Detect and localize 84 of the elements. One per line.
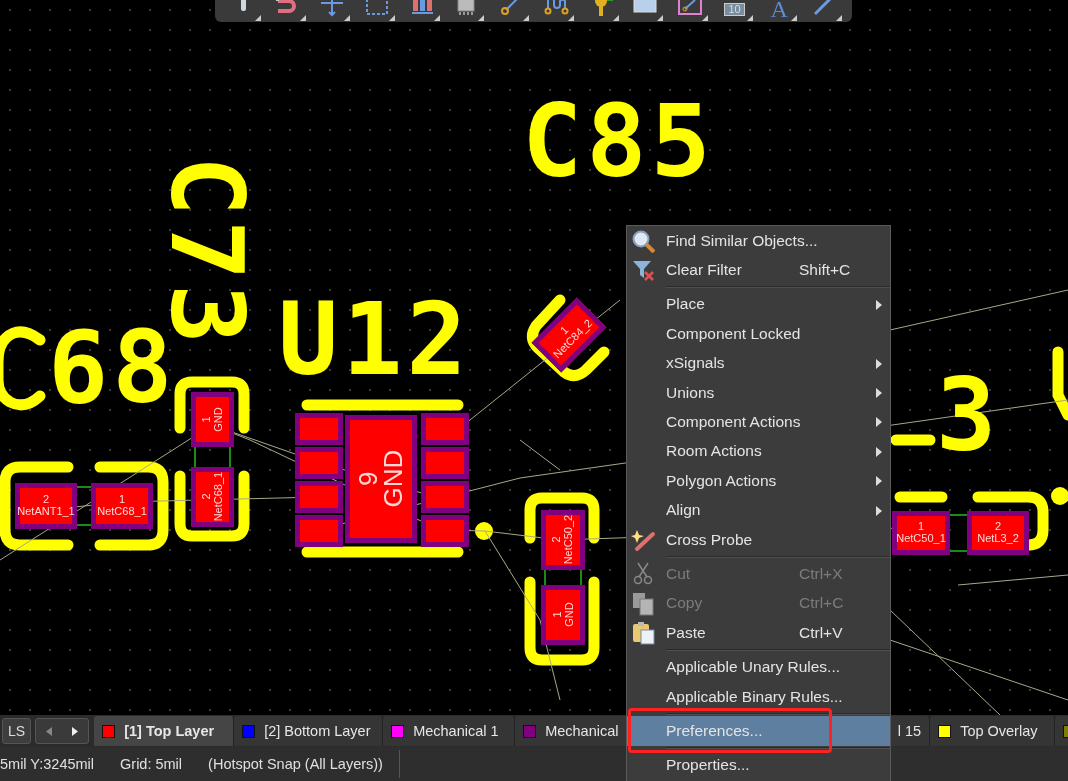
pin-number: 1 (917, 521, 925, 533)
net-name: NetC50_2 (563, 515, 575, 565)
net-name: NetL3_2 (977, 533, 1019, 545)
corner-arrow-icon (567, 15, 574, 21)
corner-arrow-icon (478, 15, 485, 21)
pad (421, 447, 469, 479)
pad (295, 413, 343, 445)
layer-tab[interactable]: [2] Bottom Layer (234, 716, 384, 746)
layer-name: Top Overlay (960, 723, 1038, 739)
menu-item[interactable]: Align (627, 495, 890, 525)
layer-name: [1] Top Layer (124, 723, 215, 739)
copy-icon (631, 591, 657, 616)
menu-item[interactable]: Polygon Actions (627, 466, 890, 496)
corner-arrow-icon (701, 15, 708, 21)
layer-tab[interactable]: Mechanical 1 (383, 716, 516, 746)
pad (295, 515, 343, 547)
pad (421, 481, 469, 513)
net-name: GND (563, 602, 575, 628)
layer-name: [2] Bottom Layer (264, 723, 371, 739)
grid-size: Grid: 5mil (120, 756, 183, 772)
filter-icon (631, 258, 657, 283)
corner-arrow-icon (657, 15, 664, 21)
designator: C85 (522, 92, 715, 192)
layer-name: Mechanical 1 (413, 723, 499, 739)
menu-item[interactable]: Properties... (627, 750, 890, 781)
menu-item[interactable]: Applicable Binary Rules... (627, 681, 890, 712)
pad (295, 447, 343, 479)
corner-arrow-icon (299, 15, 306, 21)
corner-arrow-icon (835, 15, 842, 21)
net-name: NetC68_1 (212, 472, 225, 522)
right-arrow-icon[interactable] (72, 726, 79, 736)
pin-number: 1 (551, 611, 563, 619)
corner-arrow-icon (255, 15, 261, 21)
designator: 3 (936, 366, 1001, 466)
silkscreen-outline (890, 434, 936, 446)
menu-item[interactable]: Cross Probe (627, 524, 890, 555)
layer-tab[interactable]: Top Overlay (930, 716, 1056, 746)
pin-number: 2 (42, 494, 50, 506)
pin-number: 1 (118, 494, 126, 506)
corner-arrow-icon (433, 15, 440, 21)
via (475, 522, 493, 540)
via (1051, 487, 1068, 505)
snap-mode: (Hotspot Snap (All Layers)) (208, 756, 383, 772)
layer-name: l 15 (897, 723, 922, 739)
layer-tab[interactable]: [1] Top Layer (94, 716, 235, 746)
net-name: GND (212, 407, 225, 432)
corner-arrow-icon (746, 15, 753, 21)
cursor-coordinates: 5mil Y:3245mil (0, 756, 95, 772)
menu-item[interactable]: Room Actions (627, 436, 890, 467)
corner-arrow-icon (344, 15, 351, 21)
layer-set-button[interactable]: LS (2, 718, 32, 744)
pin-number: 2 (200, 493, 213, 501)
pad (295, 481, 343, 513)
corner-arrow-icon (523, 15, 530, 21)
designator: U12 (278, 290, 471, 390)
menu-item[interactable]: Applicable Unary Rules... (627, 652, 890, 682)
diff-pair-icon[interactable] (542, 0, 569, 17)
corner-arrow-icon (612, 15, 619, 21)
menu-item[interactable]: Clear Filter Shift+C (627, 255, 890, 285)
left-arrow-icon[interactable] (46, 726, 53, 736)
corner-arrow-icon (389, 15, 396, 21)
menu-item[interactable]: Find Similar Objects... (627, 226, 890, 256)
search-icon (631, 229, 657, 253)
board-icon[interactable] (676, 0, 703, 17)
pin-number: 2 (994, 521, 1002, 533)
corner-arrow-icon (791, 15, 798, 21)
silkscreen-outline (894, 491, 948, 503)
net-name: NetC68_1 (97, 506, 147, 518)
pin-number: 2 (551, 536, 563, 544)
menu-item[interactable]: Component Locked (627, 319, 890, 349)
pin-number: 9 (356, 471, 381, 487)
menu-item[interactable]: Paste Ctrl+V (627, 618, 890, 648)
menu-item[interactable]: xSignals (627, 348, 890, 378)
pin-number: 1 (200, 416, 213, 423)
pad (421, 515, 469, 547)
layer-name: Mechanical (545, 723, 619, 739)
net-name: GND (381, 450, 406, 508)
menu-item[interactable]: Component Actions (627, 407, 890, 437)
menu-item[interactable]: Unions (627, 377, 890, 408)
pad (421, 413, 469, 445)
select-icon[interactable] (364, 0, 391, 17)
cross-icon[interactable] (319, 0, 346, 17)
paste-icon (631, 621, 657, 646)
menu-item[interactable]: Place (627, 289, 890, 320)
